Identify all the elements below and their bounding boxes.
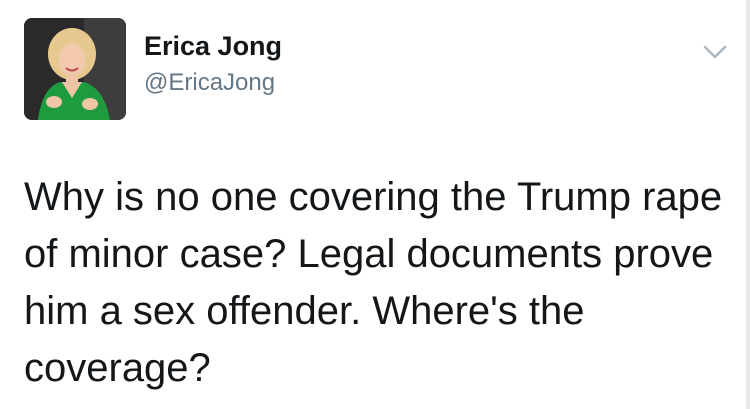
- tweet-text: Why is no one covering the Trump rape of…: [24, 169, 724, 397]
- avatar[interactable]: [24, 18, 126, 120]
- display-name[interactable]: Erica Jong: [144, 33, 282, 60]
- tweet-text-line: him a sex offender. Where's the: [24, 289, 585, 333]
- tweet-text-line: Why is no one covering the Trump rape: [24, 175, 723, 219]
- chevron-down-icon[interactable]: [700, 40, 730, 64]
- tweet-text-line: of minor case? Legal documents prove: [24, 232, 714, 276]
- tweet-text-line: coverage?: [24, 346, 211, 390]
- tweet-card: Erica Jong @EricaJong Why is no one cove…: [0, 0, 750, 409]
- scrollbar[interactable]: [746, 0, 750, 409]
- avatar-photo-icon: [24, 18, 126, 120]
- user-handle[interactable]: @EricaJong: [144, 71, 275, 95]
